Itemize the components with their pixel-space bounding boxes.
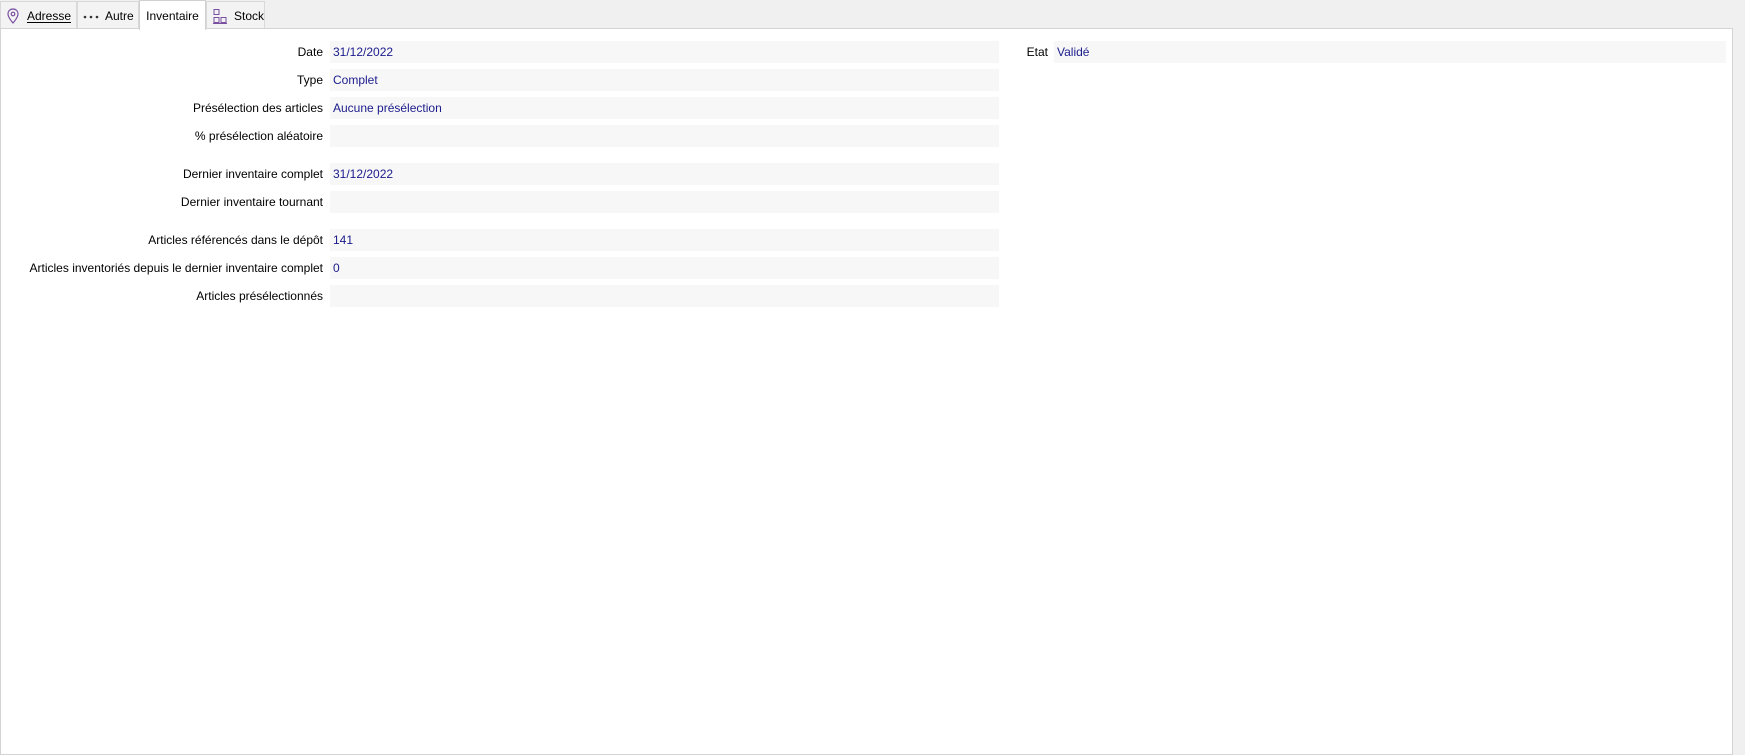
preselected-label: Articles présélectionnés: [196, 289, 323, 303]
last-full-field[interactable]: 31/12/2022: [330, 163, 999, 185]
referenced-label: Articles référencés dans le dépôt: [148, 233, 323, 247]
tab-autre[interactable]: Autre: [77, 1, 139, 29]
last-full-label: Dernier inventaire complet: [182, 167, 323, 181]
date-field[interactable]: 31/12/2022: [330, 41, 999, 63]
map-pin-icon: [6, 7, 21, 25]
tab-inventaire-label: Inventaire: [146, 8, 199, 23]
tab-stock[interactable]: Stock: [206, 1, 265, 29]
etat-field[interactable]: Validé: [1054, 41, 1726, 63]
tab-adresse-label: Adresse: [26, 8, 71, 23]
ellipsis-icon: [83, 7, 99, 25]
tab-bar: Adresse Autre Inventaire Stock: [0, 0, 1745, 30]
preselection-field[interactable]: Aucune présélection: [330, 97, 999, 119]
tab-autre-label: Autre: [105, 8, 134, 23]
type-field[interactable]: Complet: [330, 69, 999, 91]
last-rolling-label: Dernier inventaire tournant: [180, 195, 323, 209]
right-edge-strip: [1733, 28, 1745, 755]
inventoried-field[interactable]: 0: [330, 257, 999, 279]
tab-inventaire[interactable]: Inventaire: [139, 0, 206, 30]
preselected-field[interactable]: [330, 285, 999, 307]
last-rolling-field[interactable]: [330, 191, 999, 213]
date-label: Date: [297, 45, 323, 59]
type-label: Type: [296, 73, 323, 87]
warehouse-grid-icon: [212, 7, 228, 25]
referenced-field[interactable]: 141: [330, 229, 999, 251]
random-pct-label: % présélection aléatoire: [194, 129, 323, 143]
tab-adresse[interactable]: Adresse: [0, 1, 77, 29]
tab-stock-label: Stock: [234, 8, 265, 23]
inventoried-label: Articles inventoriés depuis le dernier i…: [29, 261, 323, 275]
etat-label: Etat: [1026, 45, 1048, 59]
random-pct-field[interactable]: [330, 125, 999, 147]
inventaire-panel: Date 31/12/2022 Type Complet Présélectio…: [0, 28, 1733, 755]
preselection-label: Présélection des articles: [192, 101, 323, 115]
